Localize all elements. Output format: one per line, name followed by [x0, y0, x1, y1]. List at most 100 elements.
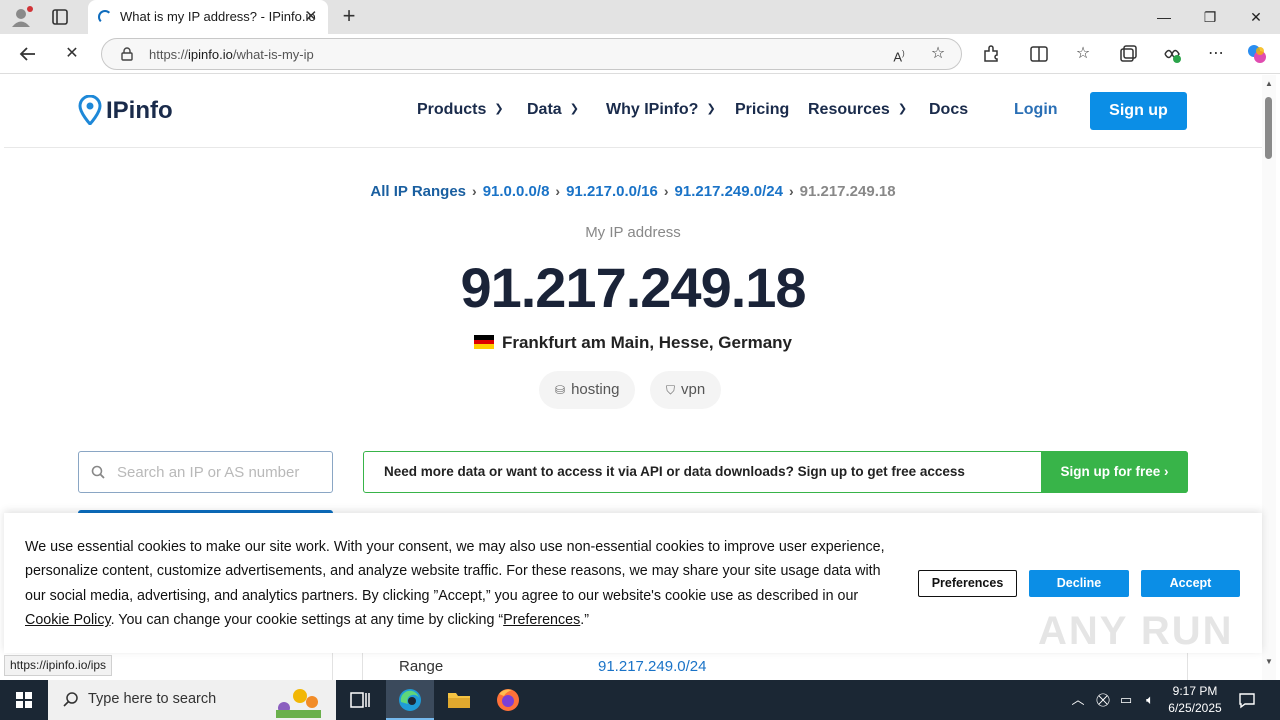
tab-title: What is my IP address? - IPinfo.io — [120, 9, 316, 24]
tag-hosting-label: hosting — [571, 381, 620, 398]
cookie-text-part: We use essential cookies to make our sit… — [25, 539, 885, 604]
accept-button[interactable]: Accept — [1141, 570, 1240, 597]
stop-loading-icon[interactable]: ✕ — [61, 43, 83, 65]
chevron-down-icon: ❯ — [897, 103, 908, 115]
shield-icon: ⛉ — [666, 383, 676, 397]
range-value-link[interactable]: 91.217.249.0/24 — [598, 658, 706, 675]
close-window-icon[interactable]: ✕ — [1233, 0, 1279, 34]
ip-address: 91.217.249.18 — [460, 256, 806, 319]
clock-date: 6/25/2025 — [1168, 701, 1222, 715]
tray-chevron-up-icon[interactable]: ︿ — [1068, 690, 1088, 710]
tag-vpn[interactable]: ⛉ vpn — [650, 371, 722, 409]
signup-button[interactable]: Sign up — [1090, 92, 1187, 130]
lock-icon[interactable] — [120, 47, 134, 61]
chevron-right-icon: › — [788, 183, 794, 199]
browser-tab-bar: What is my IP address? - IPinfo.io ✕ + —… — [0, 0, 1280, 34]
network-drive-icon[interactable]: ⛒ — [1093, 690, 1113, 710]
nav-pricing[interactable]: Pricing — [735, 101, 789, 119]
scroll-thumb[interactable] — [1265, 97, 1272, 159]
site-header: IPinfo Products ❯ Data ❯ Why IPinfo? ❯ Pric… — [4, 75, 1262, 148]
restore-icon[interactable]: ❐ — [1187, 0, 1233, 34]
decline-button[interactable]: Decline — [1029, 570, 1129, 597]
favorite-star-icon[interactable]: ☆ — [927, 43, 949, 65]
scroll-down-icon[interactable]: ▼ — [1265, 657, 1273, 666]
firefox-icon[interactable] — [484, 680, 532, 720]
nav-docs[interactable]: Docs — [929, 101, 968, 119]
ip-details-table: Range 91.217.249.0/24 — [362, 653, 1188, 680]
split-screen-icon[interactable] — [1028, 43, 1050, 65]
preferences-link[interactable]: Preferences — [503, 612, 580, 628]
breadcrumb-all-ranges[interactable]: All IP Ranges — [370, 183, 466, 200]
browser-essentials-icon[interactable] — [1161, 43, 1183, 65]
taskbar-clock[interactable]: 9:17 PM 6/25/2025 — [1160, 683, 1230, 717]
breadcrumb-range-8[interactable]: 91.0.0.0/8 — [483, 183, 550, 200]
taskbar-search-box[interactable]: Type here to search — [48, 680, 336, 720]
tag-hosting[interactable]: ⛁ hosting — [539, 371, 636, 409]
cookie-banner: We use essential cookies to make our sit… — [4, 513, 1262, 653]
cookie-text-part: .” — [580, 612, 589, 629]
scroll-up-icon[interactable]: ▲ — [1265, 79, 1273, 88]
edge-taskbar-icon[interactable] — [386, 680, 434, 720]
taskbar-search-text: Type here to search — [88, 691, 217, 707]
chevron-right-icon: › — [663, 183, 669, 199]
nav-products[interactable]: Products ❯ — [417, 101, 504, 119]
search-box[interactable] — [78, 451, 333, 493]
preferences-button[interactable]: Preferences — [918, 570, 1017, 597]
favorites-icon[interactable]: ☆ — [1072, 43, 1094, 65]
read-aloud-icon[interactable]: A) — [888, 43, 910, 65]
url-path: /what-is-my-ip — [232, 47, 314, 62]
file-explorer-icon[interactable] — [435, 680, 483, 720]
range-label: Range — [399, 658, 444, 675]
task-view-icon[interactable] — [336, 680, 384, 720]
anyrun-watermark: ANY RUN — [1038, 609, 1234, 653]
breadcrumb-range-24[interactable]: 91.217.249.0/24 — [675, 183, 783, 200]
windows-taskbar: Type here to search ︿ ⛒ ▭ 🔈︎ 9:17 PM 6/2… — [0, 680, 1280, 720]
new-tab-icon[interactable]: + — [338, 5, 360, 27]
search-icon — [62, 691, 80, 709]
minimize-icon[interactable]: — — [1141, 0, 1187, 34]
extensions-icon[interactable] — [980, 43, 1002, 65]
url-text[interactable]: https://ipinfo.io/what-is-my-ip — [149, 47, 314, 62]
germany-flag-icon — [473, 335, 494, 349]
ipinfo-logo[interactable]: IPinfo — [78, 94, 173, 127]
search-input[interactable] — [117, 452, 327, 492]
location-pin-icon — [78, 94, 102, 127]
collections-icon[interactable] — [1117, 43, 1139, 65]
tab-close-icon[interactable]: ✕ — [302, 8, 320, 26]
tag-vpn-label: vpn — [681, 381, 706, 398]
browser-tab-active[interactable]: What is my IP address? - IPinfo.io ✕ — [88, 0, 328, 34]
network-icon[interactable]: ▭ — [1116, 690, 1136, 710]
status-bar-url: https://ipinfo.io/ips — [4, 655, 113, 676]
profile-icon[interactable] — [8, 5, 34, 29]
address-bar[interactable]: https://ipinfo.io/what-is-my-ip A) ☆ — [101, 38, 962, 70]
tab-actions-icon[interactable] — [48, 6, 72, 28]
my-ip-label: My IP address — [585, 224, 681, 241]
url-prefix: https:// — [149, 47, 189, 62]
search-icon — [91, 465, 105, 479]
volume-icon[interactable]: 🔈︎ — [1140, 690, 1160, 710]
logo-text: IPinfo — [106, 97, 173, 124]
server-icon: ⛁ — [555, 383, 566, 397]
location-row: Frankfurt am Main, Hesse, Germany — [4, 333, 1262, 353]
back-icon[interactable] — [17, 43, 39, 65]
clock-time: 9:17 PM — [1172, 684, 1218, 698]
browser-toolbar: ✕ https://ipinfo.io/what-is-my-ip A) ☆ ☆… — [0, 34, 1280, 74]
nav-data[interactable]: Data ❯ — [527, 101, 579, 119]
url-domain: ipinfo.io — [188, 47, 233, 62]
cookie-policy-link[interactable]: Cookie Policy — [25, 612, 111, 628]
page-scrollbar[interactable]: ▲ ▼ — [1262, 75, 1276, 680]
nav-why-ipinfo[interactable]: Why IPinfo? ❯ — [606, 101, 716, 119]
nav-resources[interactable]: Resources ❯ — [808, 101, 907, 119]
left-column — [78, 653, 333, 680]
notifications-icon[interactable] — [1237, 690, 1257, 710]
chevron-down-icon: ❯ — [706, 103, 716, 115]
copilot-icon[interactable] — [1246, 43, 1268, 65]
breadcrumb-range-16[interactable]: 91.217.0.0/16 — [566, 183, 658, 200]
login-link[interactable]: Login — [1014, 101, 1058, 119]
location-text: Frankfurt am Main, Hesse, Germany — [501, 333, 793, 352]
signup-free-button[interactable]: Sign up for free › — [1041, 451, 1188, 493]
windows-start-icon[interactable] — [0, 680, 48, 720]
more-menu-icon[interactable]: ⋯ — [1205, 43, 1227, 65]
breadcrumb: All IP Ranges › 91.0.0.0/8 › 91.217.0.0/16 › 9… — [4, 183, 1262, 200]
nav-resources-label: Resources — [808, 101, 890, 118]
